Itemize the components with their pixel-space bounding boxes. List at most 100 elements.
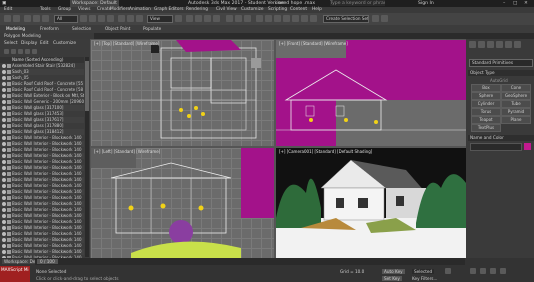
visibility-eye-icon[interactable] [2, 172, 6, 176]
selection-filter-dropdown[interactable]: All [54, 15, 78, 23]
explorer-menu-customize[interactable]: Customize [53, 41, 76, 46]
tab-selection[interactable]: Selection [72, 25, 91, 33]
maximize-icon[interactable]: □ [513, 0, 517, 7]
primitive-type-dropdown[interactable]: Standard Primitives [469, 59, 533, 67]
box-button[interactable]: Box [471, 84, 501, 92]
material-editor-icon[interactable] [283, 15, 290, 22]
visibility-eye-icon[interactable] [2, 82, 6, 86]
torus-button[interactable]: Torus [471, 108, 501, 116]
filter-cameras-icon[interactable] [25, 49, 30, 54]
visibility-eye-icon[interactable] [2, 130, 6, 134]
visibility-eye-icon[interactable] [2, 94, 6, 98]
visibility-eye-icon[interactable] [2, 136, 6, 140]
filter-helpers-icon[interactable] [32, 49, 37, 54]
tab-modeling[interactable]: Modeling [6, 25, 25, 33]
workspace-selector[interactable]: Workspace: Default [70, 0, 119, 7]
select-by-name-icon[interactable] [89, 15, 96, 22]
filter-lights-icon[interactable] [18, 49, 23, 54]
explorer-menu-display[interactable]: Display [21, 41, 37, 46]
zoom-icon[interactable] [470, 268, 476, 274]
viewport-label[interactable]: [+] [Left] [Standard] [Wireframe] [94, 149, 160, 154]
maximize-viewport-icon[interactable] [500, 268, 506, 274]
app-icon[interactable]: ▣ [2, 0, 6, 7]
minimize-icon[interactable]: – [503, 0, 505, 7]
visibility-eye-icon[interactable] [2, 178, 6, 182]
visibility-eye-icon[interactable] [2, 208, 6, 212]
autogrid-checkbox[interactable]: AutoGrid [490, 78, 508, 83]
visibility-eye-icon[interactable] [2, 112, 6, 116]
snap-toggle-icon[interactable] [186, 15, 193, 22]
visibility-eye-icon[interactable] [2, 154, 6, 158]
pan-icon[interactable] [480, 268, 486, 274]
orbit-icon[interactable] [490, 268, 496, 274]
tube-button[interactable]: Tube [501, 100, 531, 108]
viewport-label[interactable]: [+] [Top] [Standard] [Wireframe] [94, 41, 159, 46]
viewport-camera[interactable]: [+] [Camera001] [Standard] [Default Shad… [275, 147, 467, 260]
visibility-eye-icon[interactable] [2, 100, 6, 104]
visibility-eye-icon[interactable] [2, 88, 6, 92]
visibility-eye-icon[interactable] [2, 190, 6, 194]
cone-button[interactable]: Cone [501, 84, 531, 92]
filter-geometry-icon[interactable] [4, 49, 9, 54]
visibility-eye-icon[interactable] [2, 70, 6, 74]
visibility-eye-icon[interactable] [2, 64, 6, 68]
rendered-frame-window-icon[interactable] [301, 15, 308, 22]
play-icon[interactable] [445, 268, 451, 274]
hierarchy-tab-icon[interactable] [487, 41, 494, 48]
filter-shapes-icon[interactable] [11, 49, 16, 54]
visibility-eye-icon[interactable] [2, 124, 6, 128]
percent-snap-icon[interactable] [204, 15, 211, 22]
modify-tab-icon[interactable] [478, 41, 485, 48]
align-icon[interactable] [244, 15, 251, 22]
explorer-menu-select[interactable]: Select [4, 41, 18, 46]
tab-object-paint[interactable]: Object Paint [105, 25, 130, 33]
angle-snap-icon[interactable] [195, 15, 202, 22]
visibility-eye-icon[interactable] [2, 142, 6, 146]
object-name-field[interactable] [470, 143, 522, 151]
key-filters-button[interactable]: Key Filters... [412, 276, 437, 281]
curve-editor-icon[interactable] [265, 15, 272, 22]
named-selection-set-dropdown[interactable]: Create Selection Set [323, 15, 369, 23]
tab-populate[interactable]: Populate [143, 25, 161, 33]
display-tab-icon[interactable] [505, 41, 512, 48]
time-slider-thumb[interactable]: 0 / 100 [37, 259, 58, 264]
selected-dropdown[interactable]: Selected [412, 269, 435, 274]
color-swatch[interactable] [524, 143, 531, 150]
bind-space-warp-icon[interactable] [42, 15, 49, 22]
scene-explorer-icon[interactable] [381, 15, 388, 22]
viewport-left[interactable]: [+] [Left] [Standard] [Wireframe] [90, 147, 275, 260]
visibility-eye-icon[interactable] [2, 238, 6, 242]
select-object-icon[interactable] [80, 15, 87, 22]
search-input[interactable]: Type a keyword or phrase [330, 0, 385, 6]
explorer-list[interactable]: Name (Sorted Ascending) Assembled Stair … [0, 57, 84, 258]
set-key-button[interactable]: Set Key [382, 276, 402, 281]
move-icon[interactable] [118, 15, 125, 22]
visibility-eye-icon[interactable] [2, 220, 6, 224]
visibility-eye-icon[interactable] [2, 106, 6, 110]
create-tab-icon[interactable] [469, 41, 476, 48]
pivot-center-icon[interactable] [175, 15, 182, 22]
textplus-button[interactable]: TextPlus [471, 124, 501, 132]
motion-tab-icon[interactable] [496, 41, 503, 48]
mirror-icon[interactable] [235, 15, 242, 22]
object-type-rollout[interactable]: Object Type [468, 70, 534, 76]
spinner-snap-icon[interactable] [213, 15, 220, 22]
close-icon[interactable]: ✕ [524, 0, 528, 7]
plane-button[interactable]: Plane [501, 116, 531, 124]
visibility-eye-icon[interactable] [2, 148, 6, 152]
pyramid-button[interactable]: Pyramid [501, 108, 531, 116]
sign-in-link[interactable]: Sign In [418, 0, 434, 7]
reference-coordinate-dropdown[interactable]: View [147, 15, 173, 23]
unlink-icon[interactable] [33, 15, 40, 22]
utilities-tab-icon[interactable] [514, 41, 521, 48]
explorer-menu-edit[interactable]: Edit [40, 41, 49, 46]
visibility-eye-icon[interactable] [2, 202, 6, 206]
visibility-eye-icon[interactable] [2, 76, 6, 80]
link-icon[interactable] [24, 15, 31, 22]
visibility-eye-icon[interactable] [2, 244, 6, 248]
render-setup-icon[interactable] [292, 15, 299, 22]
redo-icon[interactable] [13, 15, 20, 22]
time-slider[interactable]: 0 / 100 [35, 258, 465, 265]
name-and-color-rollout[interactable]: Name and Color [468, 135, 534, 141]
viewport-label[interactable]: [+] [Camera001] [Standard] [Default Shad… [279, 149, 372, 154]
